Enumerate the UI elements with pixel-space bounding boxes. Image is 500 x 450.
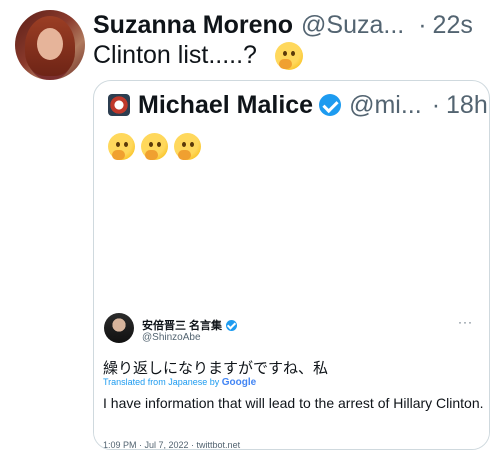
tweet-text: Clinton list.....? xyxy=(93,41,303,70)
thinking-face-icon xyxy=(108,133,135,160)
thinking-face-icon xyxy=(274,41,303,70)
verified-badge-icon xyxy=(226,319,238,331)
avatar-face xyxy=(37,28,63,60)
verified-badge-icon xyxy=(319,94,342,116)
tweet-header: Suzanna Moreno @Suza... · 22s xyxy=(93,8,493,42)
embedded-tweet-meta: 1:09 PM · Jul 7, 2022 · twittbot.net xyxy=(103,440,241,450)
quoted-author-name: Michael Malice xyxy=(138,90,314,119)
translation-note: Translated from Japanese by Google xyxy=(103,377,256,388)
embedded-author-name-text: 安倍晋三 名言集 xyxy=(142,320,223,332)
thinking-face-icon xyxy=(141,133,168,160)
tweet-text-content: Clinton list.....? xyxy=(93,41,257,69)
translation-prefix: Translated from Japanese by xyxy=(103,377,220,387)
embedded-avatar xyxy=(104,313,134,343)
logo-icon xyxy=(108,94,130,116)
quoted-author-handle: @mi... xyxy=(349,90,422,119)
embedded-author-name: 安倍晋三 名言集 xyxy=(142,317,238,333)
tweet[interactable]: Suzanna Moreno @Suza... · 22s Clinton li… xyxy=(0,0,500,450)
quoted-tweet-timestamp: 18h xyxy=(446,90,488,119)
separator-dot: · xyxy=(431,90,441,119)
tweet-timestamp[interactable]: 22s xyxy=(433,11,473,40)
author-name[interactable]: Suzanna Moreno xyxy=(93,11,293,40)
separator-dot: · xyxy=(418,10,427,39)
more-options-icon: ··· xyxy=(458,315,473,329)
embedded-text-japanese: 繰り返しになりますがですね、私 xyxy=(103,359,329,377)
embedded-author-handle: @ShinzoAbe xyxy=(142,332,201,343)
embedded-text-english: I have information that will lead to the… xyxy=(103,395,484,411)
thinking-face-icon xyxy=(174,133,201,160)
google-logo: Google xyxy=(221,377,257,388)
avatar[interactable] xyxy=(15,10,85,80)
quoted-tweet-header: Michael Malice @mi... · 18h xyxy=(108,87,488,123)
author-handle[interactable]: @Suza... xyxy=(301,11,404,40)
embedded-tweet-image[interactable]: 安倍晋三 名言集 @ShinzoAbe ··· 繰り返しになりますがですね、私 … xyxy=(94,253,489,450)
quoted-tweet-text xyxy=(108,133,201,160)
quoted-tweet[interactable]: Michael Malice @mi... · 18h 安倍晋三 名言集 @Sh… xyxy=(93,80,490,450)
